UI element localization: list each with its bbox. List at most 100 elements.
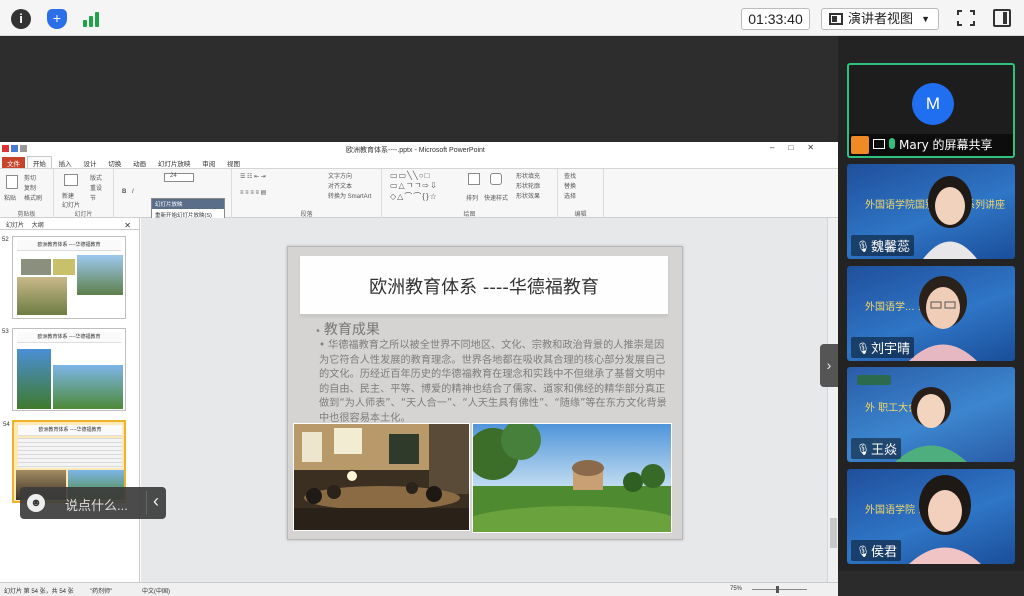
bullets-icon[interactable]: ☰ ☷ ⇤ ⇥ bbox=[240, 173, 266, 180]
shapes-gallery[interactable]: ▭▭╲╲○□ ▭△ㄱㄱ⇨⇩ ◇△⌒⌒{}☆ bbox=[390, 171, 438, 202]
replace-button[interactable]: 替换 bbox=[564, 181, 576, 190]
pane-tab-outline[interactable]: 大纲 bbox=[29, 218, 47, 231]
participant-tile-screen-share[interactable]: M Mary 的屏幕共享 bbox=[847, 63, 1015, 158]
slide-body-text: 华德福教育之所以被全世界不同地区、文化、宗教和政治背景的人推崇是因为它符合人性发… bbox=[319, 339, 667, 427]
thumbnail-text-lines bbox=[18, 438, 122, 468]
paste-icon[interactable] bbox=[6, 175, 18, 189]
speaker-view-icon bbox=[829, 13, 843, 25]
group-drawing: ▭▭╲╲○□ ▭△ㄱㄱ⇨⇩ ◇△⌒⌒{}☆ 排列 快速样式 形状填充 形状轮廓 形状… bbox=[382, 169, 558, 219]
participant-label: Mary 的屏幕共享 bbox=[849, 134, 1013, 156]
group-label-clipboard: 剪贴板 bbox=[17, 212, 36, 218]
slide-title-box: 欧洲教育体系 ----华德福教育 bbox=[300, 256, 668, 315]
chevron-down-icon: ▼ bbox=[921, 14, 930, 24]
fullscreen-icon[interactable] bbox=[957, 10, 975, 26]
ppt-title-bar: 欧洲教育体系----.pptx - Microsoft PowerPoint –… bbox=[0, 142, 838, 156]
thumbnail-number: 53 bbox=[2, 329, 9, 335]
copy-button[interactable]: 复制 bbox=[24, 183, 36, 192]
group-paragraph: 文字方向 对齐文本 转换为 SmartArt ☰ ☷ ⇤ ⇥ ≡ ≡ ≡ ≡ ▤… bbox=[232, 169, 382, 219]
zoom-level: 75% bbox=[730, 586, 743, 592]
text-direction-button[interactable]: 文字方向 bbox=[328, 171, 352, 180]
select-button[interactable]: 选择 bbox=[564, 191, 576, 200]
zoom-slider[interactable] bbox=[752, 586, 807, 593]
shape-effects-button[interactable]: 形状效果 bbox=[516, 191, 540, 200]
group-label-editing: 编辑 bbox=[574, 212, 587, 218]
participant-video bbox=[909, 276, 977, 361]
new-slide-button[interactable]: 新建 幻灯片 bbox=[62, 191, 80, 209]
thumbnail-image bbox=[77, 255, 123, 295]
thumbnail-number: 52 bbox=[2, 237, 9, 243]
quick-access-toolbar[interactable] bbox=[2, 143, 62, 155]
arrange-button[interactable]: 排列 bbox=[466, 193, 478, 202]
classroom-photo bbox=[293, 423, 470, 531]
side-panel-toggle-icon[interactable] bbox=[993, 9, 1011, 27]
find-button[interactable]: 查找 bbox=[564, 171, 576, 180]
chat-input[interactable]: ☻ 说点什么... ‹ bbox=[20, 487, 166, 519]
collapse-panel-chevron-icon[interactable]: › bbox=[820, 344, 838, 387]
section-button[interactable]: 节 bbox=[90, 193, 96, 202]
quick-styles-icon[interactable] bbox=[490, 173, 502, 185]
info-icon[interactable]: i bbox=[11, 9, 31, 29]
ppt-status-bar: 幻灯片 第 54 张，共 54 张 "药剂师" 中文(中国) 75% bbox=[0, 582, 838, 596]
close-icon[interactable]: ✕ bbox=[121, 219, 134, 232]
thumbnail-image bbox=[17, 277, 67, 315]
participant-name: Mary 的屏幕共享 bbox=[899, 138, 993, 152]
format-painter-button[interactable]: 格式刷 bbox=[24, 193, 42, 202]
thumbnail-image bbox=[53, 259, 75, 275]
participant-tile[interactable]: 外 职工大会 王焱 🎙 bbox=[847, 367, 1015, 462]
thumbnail-number: 54 bbox=[3, 422, 10, 428]
thumbnail-image bbox=[53, 365, 123, 409]
pane-tab-slides[interactable]: 幻灯片 bbox=[3, 218, 27, 231]
pane-tabs: 幻灯片 大纲 ✕ bbox=[0, 218, 139, 230]
view-mode-dropdown[interactable]: 演讲者视图 ▼ bbox=[821, 8, 939, 30]
paste-button[interactable]: 粘贴 bbox=[4, 193, 16, 202]
signal-icon[interactable] bbox=[81, 9, 101, 29]
tooltip-title: 幻灯片放映 bbox=[152, 199, 224, 209]
group-label-drawing: 绘图 bbox=[463, 212, 476, 218]
italic-button[interactable]: I bbox=[132, 189, 134, 195]
scrollbar-thumb[interactable] bbox=[830, 518, 837, 548]
participant-tile[interactable]: 外国语学... 系列讲座 刘宇晴 🎙 bbox=[847, 266, 1015, 361]
shape-fill-button[interactable]: 形状填充 bbox=[516, 171, 540, 180]
avatar: M bbox=[912, 83, 954, 125]
slide-thumbnail[interactable]: 52 欧洲教育体系 ----华德福教育 bbox=[2, 236, 126, 319]
smartart-button[interactable]: 转换为 SmartArt bbox=[328, 191, 371, 200]
participant-tile[interactable]: 外国语学院 系列讲座 侯君 🎙 bbox=[847, 469, 1015, 564]
ribbon-tabs: 文件 开始 插入 设计 切换 动画 幻灯片放映 审阅 视图 bbox=[0, 156, 838, 169]
align-text-button[interactable]: 对齐文本 bbox=[328, 181, 352, 190]
vertical-scrollbar[interactable] bbox=[827, 218, 838, 582]
shield-icon[interactable]: + bbox=[47, 9, 67, 29]
quick-styles-button[interactable]: 快速样式 bbox=[484, 193, 508, 202]
font-size-field[interactable] bbox=[164, 173, 194, 182]
participant-video bbox=[923, 176, 977, 259]
ppt-window-title: 欧洲教育体系----.pptx - Microsoft PowerPoint bbox=[346, 147, 485, 154]
participant-video bbox=[895, 387, 967, 462]
window-controls[interactable]: –□✕ bbox=[770, 143, 828, 152]
arrange-icon[interactable] bbox=[468, 173, 480, 185]
new-slide-icon[interactable] bbox=[64, 174, 78, 186]
mic-muted-icon: 🎙 bbox=[856, 241, 870, 253]
group-editing: 查找 替换 选择 编辑 bbox=[558, 169, 604, 219]
current-slide[interactable]: 欧洲教育体系 ----华德福教育 教育成果 华德福教育之所以被全世界不同地区、文… bbox=[287, 246, 683, 540]
layout-button[interactable]: 版式 bbox=[90, 173, 102, 182]
thumbnail-image bbox=[17, 349, 51, 409]
participant-tile[interactable]: 外国语学院国别与文化系列讲座 魏馨蕊 🎙 bbox=[847, 164, 1015, 259]
reset-button[interactable]: 重设 bbox=[90, 183, 102, 192]
font-size-value: 24 bbox=[170, 173, 177, 179]
participant-panel: M Mary 的屏幕共享 外国语学院国别与文化系列讲座 魏馨蕊 🎙 外国语学..… bbox=[838, 36, 1024, 571]
mic-muted-icon: 🎙 bbox=[856, 444, 870, 456]
user-icon bbox=[851, 136, 869, 154]
group-label-slides: 幻灯片 bbox=[74, 212, 93, 218]
thumbnail-title: 欧洲教育体系 ----华德福教育 bbox=[17, 240, 121, 251]
slide-thumbnail-pane: 幻灯片 大纲 ✕ 52 欧洲教育体系 ----华德福教育 53 欧洲教育体系 -… bbox=[0, 218, 140, 582]
shape-outline-button[interactable]: 形状轮廓 bbox=[516, 181, 540, 190]
screen-share-icon bbox=[873, 139, 885, 149]
cut-button[interactable]: 剪切 bbox=[24, 173, 36, 182]
mic-muted-icon: 🎙 bbox=[856, 546, 870, 558]
align-icons[interactable]: ≡ ≡ ≡ ≡ ▤ bbox=[240, 189, 266, 196]
bold-button[interactable]: B bbox=[122, 189, 126, 195]
chevron-left-icon[interactable]: ‹ bbox=[146, 491, 159, 515]
slide-thumbnail[interactable]: 53 欧洲教育体系 ----华德福教育 bbox=[2, 328, 126, 411]
slide-title: 欧洲教育体系 ----华德福教育 bbox=[369, 277, 599, 298]
thumbnail-title: 欧洲教育体系 ----华德福教育 bbox=[18, 425, 122, 436]
emoji-icon[interactable]: ☻ bbox=[27, 494, 45, 512]
